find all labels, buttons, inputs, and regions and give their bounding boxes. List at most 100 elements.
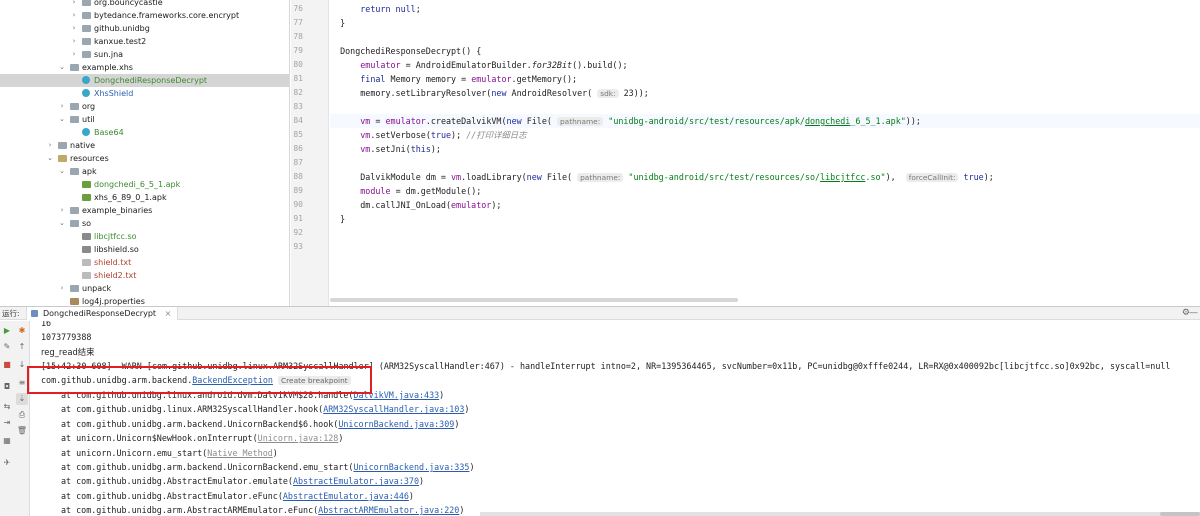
camera-icon[interactable]: ◘ (1, 381, 13, 393)
rerun-icon[interactable]: ▶ (1, 325, 13, 337)
arrow-up-icon[interactable]: ↑ (16, 341, 28, 353)
tree-item[interactable]: Base64 (0, 126, 289, 139)
tree-item[interactable]: › unpack (0, 282, 289, 295)
tree-item[interactable]: › example_binaries (0, 204, 289, 217)
chevron-down-icon[interactable]: ⌄ (58, 113, 66, 126)
line-number: 93 (293, 242, 303, 251)
trash-icon[interactable]: 🗑 (16, 425, 28, 437)
stack-frame-link[interactable]: UnicornBackend.java:335 (353, 462, 469, 472)
code-line-84: vm = emulator.createDalvikVM(new File( p… (330, 114, 1200, 128)
debug-icon[interactable]: ✱ (16, 325, 28, 337)
tree-item[interactable]: › github.unidbg (0, 22, 289, 35)
line-number: 79 (293, 46, 303, 55)
tree-item[interactable]: dongchedi_6_5_1.apk (0, 178, 289, 191)
stack-frame-link[interactable]: AbstractARMEmulator.java:220 (318, 505, 459, 515)
chevron-right-icon[interactable]: › (58, 204, 66, 217)
wrench-icon[interactable]: ✎ (1, 341, 13, 353)
tree-item[interactable]: › kanxue.test2 (0, 35, 289, 48)
tree-item[interactable]: libcjtfcc.so (0, 230, 289, 243)
code-line-76: return null; (360, 4, 421, 14)
folder-icon (82, 25, 91, 32)
folder-icon (70, 116, 79, 123)
tree-item[interactable]: ⌄ apk (0, 165, 289, 178)
stack-frame-link[interactable]: AbstractEmulator.java:446 (283, 491, 409, 501)
stop-icon[interactable]: ■ (1, 359, 13, 371)
console-output[interactable]: 16 1073779388 reg_read结束 [15:42:30 608] … (31, 321, 1200, 516)
scroll-to-end-icon[interactable]: ⇣ (16, 393, 28, 405)
stack-frame: at unicorn.Unicorn.emu_start(Native Meth… (61, 446, 278, 460)
run-sidebar: ▶ ✱ ✎ ↑ ■ ↓ ≡ ◘ ⇣ ⇆ ⎙ ⇥ 🗑 ▦ ✈ (0, 321, 30, 516)
stack-frame-end: ) (439, 390, 445, 400)
chevron-down-icon[interactable]: ⌄ (58, 165, 66, 178)
create-breakpoint-tip[interactable]: Create breakpoint (278, 376, 351, 385)
tree-item[interactable]: xhs_6_89_0_1.apk (0, 191, 289, 204)
chevron-right-icon[interactable]: › (70, 9, 78, 22)
tree-item[interactable]: › native (0, 139, 289, 152)
scrollbar-thumb[interactable] (1160, 512, 1200, 516)
stack-frame-text: at com.github.unidbg.AbstractEmulator.eF… (61, 490, 283, 501)
tree-item[interactable]: ⌄ example.xhs (0, 61, 289, 74)
stack-frame-link[interactable]: Unicorn.java:128 (258, 433, 339, 443)
export-icon[interactable]: ⇥ (1, 417, 13, 429)
txt-icon (82, 272, 91, 279)
tree-item-label: example.xhs (82, 63, 133, 72)
stack-frame-end: ) (464, 404, 470, 415)
stack-frame-link[interactable]: DalvikVM.java:433 (353, 390, 439, 400)
folder-res-icon (58, 155, 67, 162)
chevron-down-icon[interactable]: ⌄ (46, 152, 54, 165)
print-icon[interactable]: ⎙ (16, 409, 28, 421)
chevron-right-icon[interactable]: › (70, 48, 78, 61)
editor-horizontal-scrollbar[interactable] (330, 298, 738, 302)
tree-item-label: native (70, 141, 95, 150)
code-line-85: vm.setVerbose(true); //打印详细日志 (360, 130, 527, 140)
chevron-right-icon[interactable]: › (70, 22, 78, 35)
tree-item[interactable]: › bytedance.frameworks.core.encrypt (0, 9, 289, 22)
line-number: 91 (293, 214, 303, 223)
tree-item[interactable]: ⌄ resources (0, 152, 289, 165)
tree-item[interactable]: › sun.jna (0, 48, 289, 61)
tree-item[interactable]: XhsShield (0, 87, 289, 100)
arrow-down-icon[interactable]: ↓ (16, 359, 28, 371)
soft-wrap-icon[interactable]: ≡ (16, 377, 28, 389)
tree-item[interactable]: ⌄ util (0, 113, 289, 126)
stack-frame-text: at com.github.unidbg.arm.backend.Unicorn… (61, 462, 354, 472)
chevron-down-icon[interactable]: ⌄ (58, 61, 66, 74)
tree-item[interactable]: shield2.txt (0, 269, 289, 282)
tree-item[interactable]: libshield.so (0, 243, 289, 256)
tree-item-label: so (82, 219, 92, 228)
chevron-right-icon[interactable]: › (58, 282, 66, 295)
chevron-right-icon[interactable]: › (58, 100, 66, 113)
console-horizontal-scrollbar[interactable] (480, 512, 1200, 516)
run-config-icon (31, 310, 38, 317)
chevron-right-icon[interactable]: › (70, 0, 78, 9)
layout-icon[interactable]: ▦ (1, 435, 13, 447)
stack-frame-link[interactable]: Native Method (207, 448, 273, 458)
exception-link[interactable]: BackendException (192, 375, 273, 385)
tree-item[interactable]: log4j.properties (0, 295, 289, 306)
chevron-right-icon[interactable]: › (46, 139, 54, 152)
pin-icon[interactable]: ✈ (1, 457, 13, 469)
run-tab[interactable]: DongchediResponseDecrypt × (26, 307, 179, 320)
stack-frame-end: ) (408, 490, 414, 501)
stack-frame-end: ) (272, 447, 278, 458)
minimize-icon[interactable]: — (1189, 307, 1198, 320)
close-icon[interactable]: × (165, 309, 172, 318)
tree-item[interactable]: DongchediResponseDecrypt (0, 74, 289, 87)
tree-item-label: libcjtfcc.so (94, 232, 137, 241)
chevron-right-icon[interactable]: › (70, 35, 78, 48)
tree-item[interactable]: shield.txt (0, 256, 289, 269)
tree-item[interactable]: ⌄ so (0, 217, 289, 230)
tree-item[interactable]: › org.bouncycastle (0, 0, 289, 9)
code-editor[interactable]: return null; } DongchediResponseDecrypt(… (330, 0, 1200, 306)
chevron-down-icon[interactable]: ⌄ (58, 217, 66, 230)
stack-frame-link[interactable]: AbstractEmulator.java:370 (293, 476, 419, 486)
stack-frame-link[interactable]: ARM32SyscallHandler.java:103 (323, 404, 464, 414)
restore-layout-icon[interactable]: ⇆ (1, 401, 13, 413)
folder-icon (70, 220, 79, 227)
stack-frame-link[interactable]: UnicornBackend.java:309 (338, 419, 454, 429)
tree-item[interactable]: › org (0, 100, 289, 113)
tree-item-label: org (82, 102, 96, 111)
code-line-91: } (330, 214, 346, 224)
